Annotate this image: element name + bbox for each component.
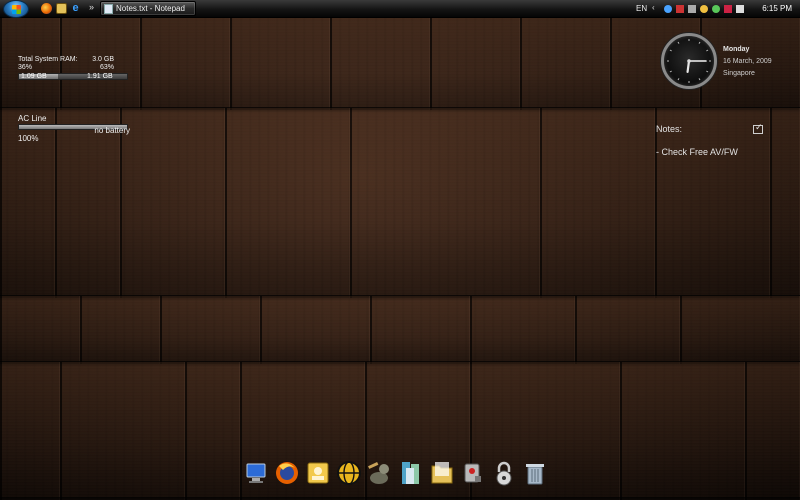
wood-shingle (330, 18, 430, 110)
wood-shingle (350, 108, 540, 298)
clock-tick (706, 70, 709, 73)
wood-shingle (745, 362, 800, 500)
wood-shingle (140, 18, 230, 110)
library-icon[interactable] (397, 458, 425, 488)
bluetooth-icon[interactable] (664, 5, 672, 13)
battery-percent: 100% (18, 134, 39, 143)
update-icon[interactable] (700, 5, 708, 13)
clock-face (667, 39, 711, 83)
battery-meter-gadget[interactable]: AC Line no battery 100% (18, 114, 130, 143)
wood-shingle (520, 18, 610, 110)
ram-free-percent: 63% (99, 64, 114, 71)
wood-shingle (430, 18, 520, 110)
lock-icon[interactable] (490, 458, 518, 488)
task-button-label: Notes.txt - Notepad (116, 4, 185, 13)
wood-shingle (60, 362, 185, 500)
browser-globe-icon[interactable] (335, 458, 363, 488)
clock-city: Singapore (723, 70, 755, 77)
notes-item[interactable]: - Check Free AV/FW (656, 147, 738, 157)
clock-tick (677, 78, 680, 81)
wood-shingle (0, 362, 60, 500)
notes-title: Notes: (656, 124, 683, 134)
folder-icon[interactable] (428, 458, 456, 488)
start-button[interactable] (3, 0, 29, 18)
wood-shingle (230, 18, 330, 110)
wood-shingle (160, 296, 260, 364)
system-tray: EN ‹ 6:15 PM (628, 0, 800, 18)
gimp-icon[interactable] (366, 458, 394, 488)
taskbar-clock[interactable]: 6:15 PM (762, 4, 792, 13)
contacts-icon[interactable] (304, 458, 332, 488)
computer-icon[interactable] (242, 458, 270, 488)
wood-shingle (470, 296, 575, 364)
wood-shingle (655, 108, 770, 298)
clock-tick (677, 41, 680, 44)
chevron-left-icon[interactable]: ‹ (652, 3, 660, 12)
settings-tool-icon[interactable] (459, 458, 487, 488)
recycle-bin-icon[interactable] (521, 458, 549, 488)
wood-shingle (185, 362, 240, 500)
clock-tick (669, 49, 672, 52)
notepad-icon (104, 3, 113, 14)
taskbar: e » Notes.txt - Notepad EN ‹ 6:15 PM (0, 0, 800, 18)
wood-shingle (680, 296, 800, 364)
clock-tick (669, 70, 672, 73)
wood-shingle (120, 108, 225, 298)
internet-explorer-icon[interactable]: e (70, 3, 81, 14)
language-indicator[interactable]: EN (636, 4, 647, 13)
wood-shingle (575, 296, 680, 364)
ram-usage-bar: 1.09 GB 1.91 GB (18, 73, 128, 80)
quick-launch-overflow[interactable]: » (89, 2, 94, 12)
dock (242, 458, 544, 492)
ram-free: 1.91 GB (87, 73, 113, 80)
shield-icon[interactable] (724, 5, 732, 13)
analog-clock-gadget[interactable] (661, 33, 717, 89)
wood-shingle (620, 362, 745, 500)
wood-shingle (80, 296, 160, 364)
clock-day: Monday (723, 46, 750, 53)
network-icon[interactable] (688, 5, 696, 13)
clock-tick (698, 78, 701, 81)
firefox-icon[interactable] (41, 3, 52, 14)
notes-check-icon[interactable] (753, 122, 763, 134)
power-icon[interactable] (712, 5, 720, 13)
ram-total: 3.0 GB (92, 56, 114, 63)
ram-meter-gadget[interactable]: Total System RAM: 3.0 GB 36% 63% 1.09 GB… (18, 56, 130, 80)
clock-info: Monday 16 March, 2009 Singapore (723, 44, 772, 80)
wood-shingle (260, 296, 370, 364)
ram-title: Total System RAM: (18, 56, 78, 63)
security-icon[interactable] (676, 5, 684, 13)
ram-used: 1.09 GB (21, 73, 47, 80)
wood-shingle (540, 108, 655, 298)
show-desktop-icon[interactable] (56, 3, 67, 14)
wood-shingle (770, 108, 800, 298)
ram-used-percent: 36% (18, 64, 33, 71)
battery-title: AC Line (18, 114, 47, 123)
firefox-icon[interactable] (273, 458, 301, 488)
wood-shingle (225, 108, 350, 298)
wood-shingle (370, 296, 470, 364)
volume-icon[interactable] (736, 5, 744, 13)
wood-shingle (0, 296, 80, 364)
task-button-notepad[interactable]: Notes.txt - Notepad (100, 1, 196, 16)
clock-date: 16 March, 2009 (723, 58, 772, 65)
clock-tick (706, 49, 709, 52)
clock-tick (698, 41, 701, 44)
battery-status: no battery (94, 126, 130, 135)
